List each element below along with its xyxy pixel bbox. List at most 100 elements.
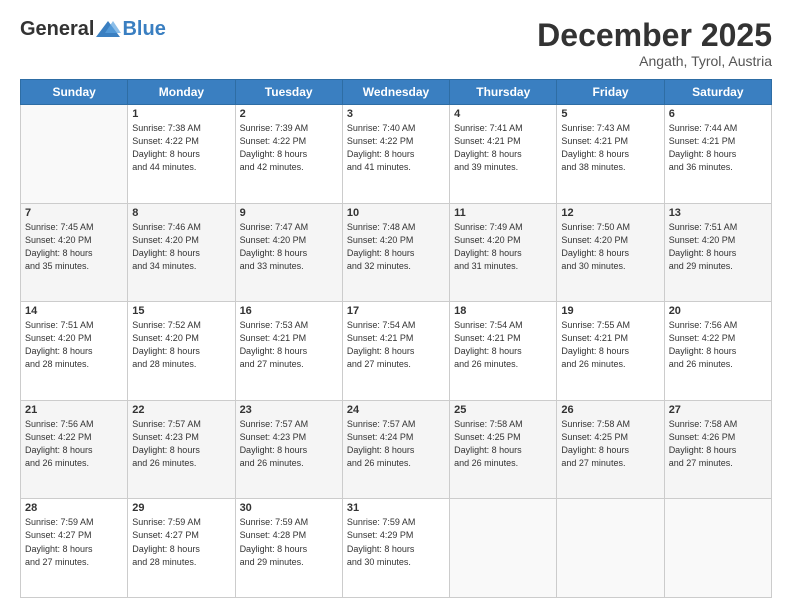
table-row: 30 Sunrise: 7:59 AM Sunset: 4:28 PM Dayli…	[235, 499, 342, 598]
calendar-week-row: 7Sunrise: 7:45 AM Sunset: 4:20 PM Daylig…	[21, 203, 772, 302]
day-number: 10	[347, 207, 445, 219]
day-info: Sunrise: 7:54 AM Sunset: 4:21 PM Dayligh…	[454, 319, 552, 371]
day-info: Sunrise: 7:57 AM Sunset: 4:23 PM Dayligh…	[132, 418, 230, 470]
day-number: 11	[454, 207, 552, 219]
day-info: Sunrise: 7:59 AM Sunset: 4:27 PM Dayligh…	[132, 516, 230, 568]
logo: General Blue	[20, 18, 166, 41]
table-row: 24Sunrise: 7:57 AM Sunset: 4:24 PM Dayli…	[342, 400, 449, 499]
day-number: 8	[132, 207, 230, 219]
table-row	[664, 499, 771, 598]
calendar-header-row: Sunday Monday Tuesday Wednesday Thursday…	[21, 80, 772, 105]
day-info: Sunrise: 7:58 AM Sunset: 4:25 PM Dayligh…	[561, 418, 659, 470]
day-number: 19	[561, 305, 659, 317]
table-row: 23 Sunrise: 7:57 AM Sunset: 4:23 PM Dayli…	[235, 400, 342, 499]
day-number: 28	[25, 502, 123, 514]
calendar-week-row: 14Sunrise: 7:51 AM Sunset: 4:20 PM Dayli…	[21, 302, 772, 401]
day-number: 16	[240, 305, 338, 317]
table-row: 20Sunrise: 7:56 AM Sunset: 4:22 PM Dayli…	[664, 302, 771, 401]
day-number: 24	[347, 404, 445, 416]
day-number: 31	[347, 502, 445, 514]
day-number: 3	[347, 108, 445, 120]
day-info: Sunrise: 7:53 AM Sunset: 4:21 PM Dayligh…	[240, 319, 338, 371]
title-block: December 2025 Angath, Tyrol, Austria	[537, 18, 772, 69]
calendar-table: Sunday Monday Tuesday Wednesday Thursday…	[20, 79, 772, 598]
day-info: Sunrise: 7:39 AM Sunset: 4:22 PM Dayligh…	[240, 122, 338, 174]
day-info: Sunrise: 7:58 AM Sunset: 4:25 PM Dayligh…	[454, 418, 552, 470]
day-info: Sunrise: 7:38 AM Sunset: 4:22 PM Dayligh…	[132, 122, 230, 174]
day-number: 15	[132, 305, 230, 317]
table-row: 19 Sunrise: 7:55 AM Sunset: 4:21 PM Dayli…	[557, 302, 664, 401]
table-row: 18 Sunrise: 7:54 AM Sunset: 4:21 PM Dayli…	[450, 302, 557, 401]
day-number: 18	[454, 305, 552, 317]
day-info: Sunrise: 7:58 AM Sunset: 4:26 PM Dayligh…	[669, 418, 767, 470]
day-info: Sunrise: 7:50 AM Sunset: 4:20 PM Dayligh…	[561, 221, 659, 273]
table-row: 27 Sunrise: 7:58 AM Sunset: 4:26 PM Dayli…	[664, 400, 771, 499]
day-info: Sunrise: 7:48 AM Sunset: 4:20 PM Dayligh…	[347, 221, 445, 273]
day-info: Sunrise: 7:55 AM Sunset: 4:21 PM Dayligh…	[561, 319, 659, 371]
table-row: 1 Sunrise: 7:38 AM Sunset: 4:22 PM Daylig…	[128, 105, 235, 204]
table-row: 11 Sunrise: 7:49 AM Sunset: 4:20 PM Dayli…	[450, 203, 557, 302]
table-row: 5 Sunrise: 7:43 AM Sunset: 4:21 PM Daylig…	[557, 105, 664, 204]
table-row: 4 Sunrise: 7:41 AM Sunset: 4:21 PM Daylig…	[450, 105, 557, 204]
table-row: 29Sunrise: 7:59 AM Sunset: 4:27 PM Dayli…	[128, 499, 235, 598]
day-info: Sunrise: 7:57 AM Sunset: 4:23 PM Dayligh…	[240, 418, 338, 470]
day-number: 30	[240, 502, 338, 514]
day-info: Sunrise: 7:44 AM Sunset: 4:21 PM Dayligh…	[669, 122, 767, 174]
calendar-week-row: 21 Sunrise: 7:56 AM Sunset: 4:22 PM Dayli…	[21, 400, 772, 499]
header-friday: Friday	[557, 80, 664, 105]
day-number: 22	[132, 404, 230, 416]
table-row: 16 Sunrise: 7:53 AM Sunset: 4:21 PM Dayli…	[235, 302, 342, 401]
day-number: 2	[240, 108, 338, 120]
table-row: 13 Sunrise: 7:51 AM Sunset: 4:20 PM Dayli…	[664, 203, 771, 302]
day-number: 13	[669, 207, 767, 219]
day-number: 26	[561, 404, 659, 416]
day-number: 21	[25, 404, 123, 416]
table-row: 15 Sunrise: 7:52 AM Sunset: 4:20 PM Dayli…	[128, 302, 235, 401]
table-row: 31Sunrise: 7:59 AM Sunset: 4:29 PM Dayli…	[342, 499, 449, 598]
logo-blue-text: Blue	[122, 18, 165, 41]
table-row: 6 Sunrise: 7:44 AM Sunset: 4:21 PM Daylig…	[664, 105, 771, 204]
day-number: 27	[669, 404, 767, 416]
table-row: 28Sunrise: 7:59 AM Sunset: 4:27 PM Dayli…	[21, 499, 128, 598]
day-info: Sunrise: 7:49 AM Sunset: 4:20 PM Dayligh…	[454, 221, 552, 273]
table-row: 9Sunrise: 7:47 AM Sunset: 4:20 PM Daylig…	[235, 203, 342, 302]
day-info: Sunrise: 7:51 AM Sunset: 4:20 PM Dayligh…	[669, 221, 767, 273]
table-row: 3 Sunrise: 7:40 AM Sunset: 4:22 PM Daylig…	[342, 105, 449, 204]
logo-icon	[95, 19, 121, 41]
logo-general-text: General	[20, 18, 94, 41]
day-number: 9	[240, 207, 338, 219]
header-tuesday: Tuesday	[235, 80, 342, 105]
day-number: 12	[561, 207, 659, 219]
table-row: 2 Sunrise: 7:39 AM Sunset: 4:22 PM Daylig…	[235, 105, 342, 204]
day-number: 25	[454, 404, 552, 416]
day-number: 6	[669, 108, 767, 120]
day-info: Sunrise: 7:51 AM Sunset: 4:20 PM Dayligh…	[25, 319, 123, 371]
header-thursday: Thursday	[450, 80, 557, 105]
day-info: Sunrise: 7:43 AM Sunset: 4:21 PM Dayligh…	[561, 122, 659, 174]
day-info: Sunrise: 7:56 AM Sunset: 4:22 PM Dayligh…	[25, 418, 123, 470]
header-sunday: Sunday	[21, 80, 128, 105]
header: General Blue December 2025 Angath, Tyrol…	[20, 18, 772, 69]
table-row: 21 Sunrise: 7:56 AM Sunset: 4:22 PM Dayli…	[21, 400, 128, 499]
day-info: Sunrise: 7:41 AM Sunset: 4:21 PM Dayligh…	[454, 122, 552, 174]
day-number: 23	[240, 404, 338, 416]
calendar-week-row: 1 Sunrise: 7:38 AM Sunset: 4:22 PM Daylig…	[21, 105, 772, 204]
day-number: 4	[454, 108, 552, 120]
table-row: 7Sunrise: 7:45 AM Sunset: 4:20 PM Daylig…	[21, 203, 128, 302]
table-row	[450, 499, 557, 598]
day-info: Sunrise: 7:59 AM Sunset: 4:28 PM Dayligh…	[240, 516, 338, 568]
day-number: 5	[561, 108, 659, 120]
day-number: 1	[132, 108, 230, 120]
table-row: 22 Sunrise: 7:57 AM Sunset: 4:23 PM Dayli…	[128, 400, 235, 499]
day-info: Sunrise: 7:52 AM Sunset: 4:20 PM Dayligh…	[132, 319, 230, 371]
day-info: Sunrise: 7:40 AM Sunset: 4:22 PM Dayligh…	[347, 122, 445, 174]
page: General Blue December 2025 Angath, Tyrol…	[0, 0, 792, 612]
day-number: 20	[669, 305, 767, 317]
header-monday: Monday	[128, 80, 235, 105]
table-row: 10 Sunrise: 7:48 AM Sunset: 4:20 PM Dayli…	[342, 203, 449, 302]
day-info: Sunrise: 7:46 AM Sunset: 4:20 PM Dayligh…	[132, 221, 230, 273]
location-title: Angath, Tyrol, Austria	[537, 53, 772, 69]
day-info: Sunrise: 7:45 AM Sunset: 4:20 PM Dayligh…	[25, 221, 123, 273]
header-saturday: Saturday	[664, 80, 771, 105]
table-row: 12 Sunrise: 7:50 AM Sunset: 4:20 PM Dayli…	[557, 203, 664, 302]
